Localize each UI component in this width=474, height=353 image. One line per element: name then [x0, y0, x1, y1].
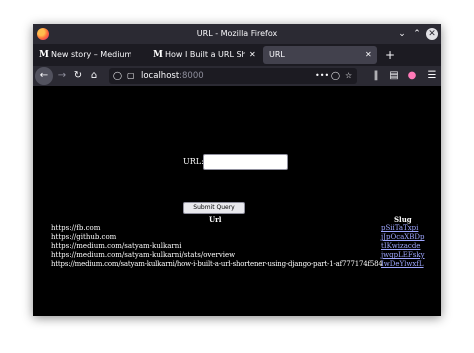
window-title: URL - Mozilla Firefox	[196, 29, 278, 38]
close-window-icon[interactable]: ✕	[426, 28, 438, 40]
slug-link[interactable]: pSiiTaTxpi	[381, 224, 418, 233]
url-cell: https://medium.com/satyam-kulkarni/how-i…	[51, 260, 383, 268]
minimize-icon[interactable]: ⌄	[395, 27, 409, 41]
medium-favicon-icon: M	[39, 50, 49, 60]
account-icon[interactable]: ●	[403, 67, 421, 85]
slug-column-header: Slug	[394, 215, 412, 224]
url-cell: https://fb.com	[51, 224, 101, 232]
slug-link[interactable]: tIKwizacde	[381, 242, 420, 251]
url-cell: https://medium.com/satyam-kulkarni	[51, 242, 182, 250]
back-arrow-icon[interactable]: ←	[35, 67, 53, 85]
tab-label: How I Built a URL Shorte	[165, 50, 245, 59]
shield-icon[interactable]: ◯	[113, 70, 123, 82]
tab-new-story[interactable]: M New story – Medium	[35, 46, 145, 64]
url-input[interactable]	[203, 154, 288, 170]
navigation-bar: ← → ↻ ⌂ ◯ ▢ localhost:8000 ••• ◯ ☆ ‖ ▤ ●…	[33, 66, 441, 86]
title-bar: URL - Mozilla Firefox ⌄ ⌃ ✕	[33, 24, 441, 44]
url-label: URL:	[183, 157, 204, 166]
new-tab-icon[interactable]: +	[381, 46, 399, 64]
address-text[interactable]: localhost:8000	[141, 68, 204, 84]
tab-strip: M New story – Medium M How I Built a URL…	[33, 44, 441, 66]
page-content: URL: Submit Query Url Slug https://fb.co…	[33, 86, 441, 316]
library-icon[interactable]: ‖	[367, 67, 385, 85]
tab-url-shortener-article[interactable]: M How I Built a URL Shorte ✕	[149, 46, 261, 64]
tab-label: New story – Medium	[51, 50, 131, 59]
address-bar[interactable]: ◯ ▢ localhost:8000 ••• ◯ ☆	[109, 68, 357, 84]
maximize-icon[interactable]: ⌃	[410, 27, 424, 41]
page-actions-menu-icon[interactable]: •••	[315, 68, 329, 84]
tab-url[interactable]: URL ✕	[263, 46, 377, 64]
url-cell: https://github.com	[51, 233, 117, 241]
slug-link[interactable]: jJpOcaXBDp	[381, 233, 425, 242]
slug-link[interactable]: jwqpLEFsky	[381, 251, 425, 260]
url-cell: https://medium.com/satyam-kulkarni/stats…	[51, 251, 236, 259]
pocket-icon[interactable]: ◯	[331, 68, 340, 84]
slug-link[interactable]: IwDeYlwxfL	[381, 260, 424, 269]
tab-close-icon[interactable]: ✕	[249, 46, 256, 64]
sidebar-icon[interactable]: ▤	[385, 67, 403, 85]
browser-window: URL - Mozilla Firefox ⌄ ⌃ ✕ M New story …	[33, 24, 441, 316]
hamburger-menu-icon[interactable]: ☰	[423, 67, 441, 85]
tab-label: URL	[269, 50, 285, 59]
submit-button[interactable]: Submit Query	[183, 202, 245, 214]
tab-close-icon[interactable]: ✕	[365, 46, 372, 64]
url-column-header: Url	[209, 215, 222, 224]
medium-favicon-icon: M	[153, 50, 163, 60]
home-icon[interactable]: ⌂	[85, 67, 103, 85]
bookmark-star-icon[interactable]: ☆	[345, 68, 352, 84]
page-info-icon[interactable]: ▢	[127, 70, 137, 82]
